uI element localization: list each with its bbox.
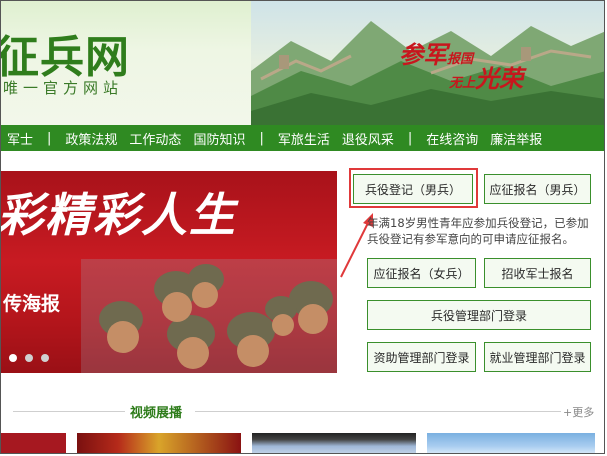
slider-dot[interactable] (25, 354, 33, 362)
nav-separator: | (407, 130, 413, 146)
video-thumbnail[interactable] (427, 433, 595, 453)
slogan-line2-big: 光荣 (475, 64, 524, 93)
recruit-nco-button[interactable]: 招收军士报名 (484, 258, 591, 288)
hero-poster-label: 传海报 (3, 293, 61, 315)
highlight-box (349, 168, 478, 208)
slider-dots (9, 354, 49, 362)
video-section-title: 视频展播 (130, 406, 183, 421)
nav-item-policy[interactable]: 政策法规 (59, 129, 123, 148)
site-title: 征兵网 (1, 32, 130, 83)
video-section-header: 视频展播 +更多 (1, 401, 604, 421)
video-thumbnail[interactable] (252, 433, 416, 453)
slogan-line1-big: 参军 (399, 40, 447, 69)
nav-item-military-life[interactable]: 军旅生活 (272, 129, 336, 148)
registration-notice: 年满18岁男性青年应参加兵役登记，已参加兵役登记有参军意向的可申请应征报名。 (367, 216, 589, 246)
main-nav: 军士 | 政策法规 工作动态 国防知识 | 军旅生活 退役风采 | 在线咨询 廉… (1, 125, 604, 151)
hero-headline: 彩精彩人生 (1, 188, 237, 242)
divider (195, 411, 561, 412)
apply-male-button[interactable]: 应征报名（男兵） (484, 174, 591, 204)
browser-frame: 征兵网 唯一官方网站 参军报国 无上光荣 军士 | 政策法规 工作动态 国防知识… (0, 0, 605, 454)
funding-dept-login-button[interactable]: 资助管理部门登录 (367, 342, 476, 372)
divider (13, 411, 125, 412)
nav-item-work-news[interactable]: 工作动态 (123, 129, 187, 148)
video-thumbnail[interactable] (77, 433, 241, 453)
nav-item-nco[interactable]: 军士 (1, 129, 39, 148)
site-subtitle: 唯一官方网站 (3, 79, 124, 97)
nav-item-report[interactable]: 廉洁举报 (484, 129, 548, 148)
nav-item-veterans[interactable]: 退役风采 (336, 129, 400, 148)
hero-slider[interactable]: 彩精彩人生 传海报 (1, 171, 337, 373)
apply-female-button[interactable]: 应征报名（女兵） (367, 258, 476, 288)
nav-item-defense-knowledge[interactable]: 国防知识 (187, 129, 251, 148)
video-thumbnails (1, 433, 604, 453)
nav-separator: | (259, 130, 264, 146)
nav-separator: | (47, 130, 52, 146)
video-more-link[interactable]: +更多 (563, 404, 594, 420)
slider-dot[interactable] (9, 354, 17, 362)
slogan-line2-small: 无上 (449, 76, 476, 91)
nav-item-online-consult[interactable]: 在线咨询 (420, 129, 484, 148)
slogan-line2: 无上光荣 (449, 59, 523, 94)
slider-dot[interactable] (41, 354, 49, 362)
employment-dept-login-button[interactable]: 就业管理部门登录 (484, 342, 591, 372)
header-banner: 征兵网 唯一官方网站 参军报国 无上光荣 (1, 1, 604, 125)
soldiers-image (81, 259, 337, 373)
video-thumbnail[interactable] (1, 433, 66, 453)
military-dept-login-button[interactable]: 兵役管理部门登录 (367, 300, 591, 330)
